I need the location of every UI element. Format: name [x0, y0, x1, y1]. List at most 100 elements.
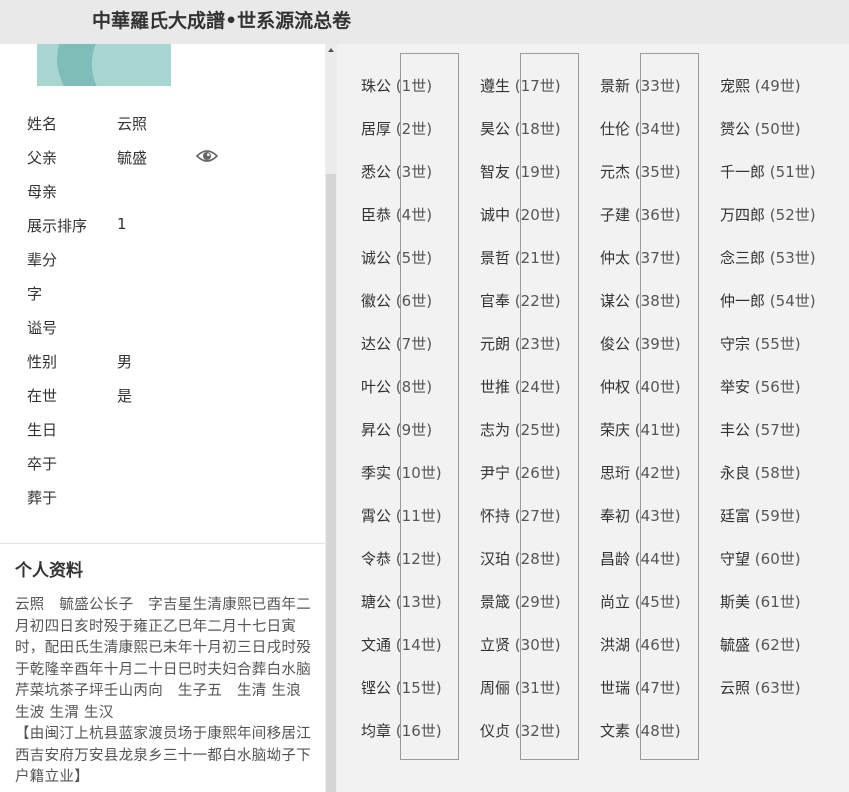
generation-number: (5世)	[395, 249, 433, 267]
lineage-node[interactable]: 文素 (48世)	[600, 720, 681, 741]
field-label: 性别	[27, 353, 58, 371]
lineage-node[interactable]: 均章 (16世)	[361, 720, 442, 741]
field-value: 云照	[117, 115, 148, 133]
lineage-node[interactable]: 志为 (25世)	[480, 419, 561, 440]
lineage-node[interactable]: 珠公 (1世)	[361, 75, 432, 96]
lineage-node[interactable]: 令恭 (12世)	[361, 548, 442, 569]
generation-number: (48世)	[634, 722, 681, 740]
lineage-node[interactable]: 仲一郎 (54世)	[720, 290, 816, 311]
lineage-node[interactable]: 叶公 (8世)	[361, 376, 432, 397]
lineage-node[interactable]: 念三郎 (53世)	[720, 247, 816, 268]
lineage-node[interactable]: 守望 (60世)	[720, 548, 801, 569]
lineage-node[interactable]: 丰公 (57世)	[720, 419, 801, 440]
ancestor-name: 永良	[720, 464, 751, 482]
lineage-node[interactable]: 景哲 (21世)	[480, 247, 561, 268]
generation-number: (60世)	[754, 550, 801, 568]
generation-number: (54世)	[769, 292, 816, 310]
lineage-node[interactable]: 诚中 (20世)	[480, 204, 561, 225]
lineage-node[interactable]: 赟公 (50世)	[720, 118, 801, 139]
generation-number: (7世)	[395, 335, 433, 353]
left-panel-scrollbar[interactable]	[325, 44, 337, 792]
ancestor-name: 举安	[720, 378, 751, 396]
lineage-node[interactable]: 怀持 (27世)	[480, 505, 561, 526]
ancestor-name: 斯美	[720, 593, 751, 611]
lineage-node[interactable]: 元朗 (23世)	[480, 333, 561, 354]
lineage-node[interactable]: 仪贞 (32世)	[480, 720, 561, 741]
lineage-node[interactable]: 周俪 (31世)	[480, 677, 561, 698]
lineage-node[interactable]: 文通 (14世)	[361, 634, 442, 655]
lineage-node[interactable]: 宠熙 (49世)	[720, 75, 801, 96]
generation-number: (21世)	[514, 249, 561, 267]
lineage-node[interactable]: 廷富 (59世)	[720, 505, 801, 526]
eye-icon[interactable]	[196, 148, 218, 164]
lineage-node[interactable]: 悉公 (3世)	[361, 161, 432, 182]
ancestor-name: 立贤	[480, 636, 511, 654]
lineage-node[interactable]: 尚立 (45世)	[600, 591, 681, 612]
ancestor-name: 周俪	[480, 679, 511, 697]
ancestor-name: 智友	[480, 163, 511, 181]
lineage-node[interactable]: 铿公 (15世)	[361, 677, 442, 698]
lineage-node[interactable]: 荣庆 (41世)	[600, 419, 681, 440]
personal-bio: 云照 毓盛公长子 字吉星生清康熙已酉年二月初四日亥时殁于雍正乙巳年二月十七日寅时…	[15, 597, 311, 785]
lineage-node[interactable]: 子建 (36世)	[600, 204, 681, 225]
lineage-node[interactable]: 昇公 (9世)	[361, 419, 432, 440]
ancestor-name: 元杰	[600, 163, 631, 181]
ancestor-name: 赟公	[720, 120, 751, 138]
scroll-thumb[interactable]	[326, 174, 336, 792]
lineage-node[interactable]: 遵生 (17世)	[480, 75, 561, 96]
lineage-node[interactable]: 守宗 (55世)	[720, 333, 801, 354]
lineage-node[interactable]: 昌龄 (44世)	[600, 548, 681, 569]
lineage-node[interactable]: 达公 (7世)	[361, 333, 432, 354]
lineage-node[interactable]: 云照 (63世)	[720, 677, 801, 698]
generation-number: (43世)	[634, 507, 681, 525]
lineage-node[interactable]: 臣恭 (4世)	[361, 204, 432, 225]
lineage-node[interactable]: 仕伦 (34世)	[600, 118, 681, 139]
lineage-node[interactable]: 毓盛 (62世)	[720, 634, 801, 655]
ancestor-name: 尹宁	[480, 464, 511, 482]
lineage-node[interactable]: 洪湖 (46世)	[600, 634, 681, 655]
lineage-node[interactable]: 谋公 (38世)	[600, 290, 681, 311]
lineage-node[interactable]: 斯美 (61世)	[720, 591, 801, 612]
ancestor-name: 遵生	[480, 77, 511, 95]
field-value[interactable]: 毓盛	[117, 147, 147, 168]
lineage-node[interactable]: 立贤 (30世)	[480, 634, 561, 655]
lineage-node[interactable]: 举安 (56世)	[720, 376, 801, 397]
lineage-node[interactable]: 汉珀 (28世)	[480, 548, 561, 569]
generation-number: (34世)	[634, 120, 681, 138]
lineage-node[interactable]: 千一郎 (51世)	[720, 161, 816, 182]
lineage-node[interactable]: 居厚 (2世)	[361, 118, 432, 139]
scroll-up-arrow-icon[interactable]	[328, 48, 334, 52]
lineage-node[interactable]: 永良 (58世)	[720, 462, 801, 483]
lineage-node[interactable]: 霄公 (11世)	[361, 505, 442, 526]
lineage-node[interactable]: 智友 (19世)	[480, 161, 561, 182]
lineage-node[interactable]: 世推 (24世)	[480, 376, 561, 397]
lineage-node[interactable]: 思珩 (42世)	[600, 462, 681, 483]
lineage-node[interactable]: 景箴 (29世)	[480, 591, 561, 612]
lineage-node[interactable]: 徽公 (6世)	[361, 290, 432, 311]
generation-number: (47世)	[634, 679, 681, 697]
ancestor-name: 景箴	[480, 593, 511, 611]
lineage-node[interactable]: 元杰 (35世)	[600, 161, 681, 182]
lineage-node[interactable]: 官奉 (22世)	[480, 290, 561, 311]
ancestor-name: 徽公	[361, 292, 392, 310]
ancestor-name: 均章	[361, 722, 392, 740]
lineage-node[interactable]: 万四郎 (52世)	[720, 204, 816, 225]
lineage-node[interactable]: 季实 (10世)	[361, 462, 442, 483]
lineage-node[interactable]: 昊公 (18世)	[480, 118, 561, 139]
ancestor-name: 廷富	[720, 507, 751, 525]
generation-number: (24世)	[514, 378, 561, 396]
generation-number: (16世)	[395, 722, 442, 740]
field-label: 辈分	[27, 251, 58, 269]
lineage-node[interactable]: 奉初 (43世)	[600, 505, 681, 526]
generation-number: (13世)	[395, 593, 442, 611]
lineage-node[interactable]: 俊公 (39世)	[600, 333, 681, 354]
lineage-node[interactable]: 仲权 (40世)	[600, 376, 681, 397]
ancestor-name: 尚立	[600, 593, 631, 611]
lineage-node[interactable]: 诚公 (5世)	[361, 247, 432, 268]
lineage-node[interactable]: 瑭公 (13世)	[361, 591, 442, 612]
lineage-node[interactable]: 尹宁 (26世)	[480, 462, 561, 483]
lineage-node[interactable]: 世瑞 (47世)	[600, 677, 681, 698]
lineage-node[interactable]: 景新 (33世)	[600, 75, 681, 96]
lineage-node[interactable]: 仲太 (37世)	[600, 247, 681, 268]
generation-number: (26世)	[514, 464, 561, 482]
